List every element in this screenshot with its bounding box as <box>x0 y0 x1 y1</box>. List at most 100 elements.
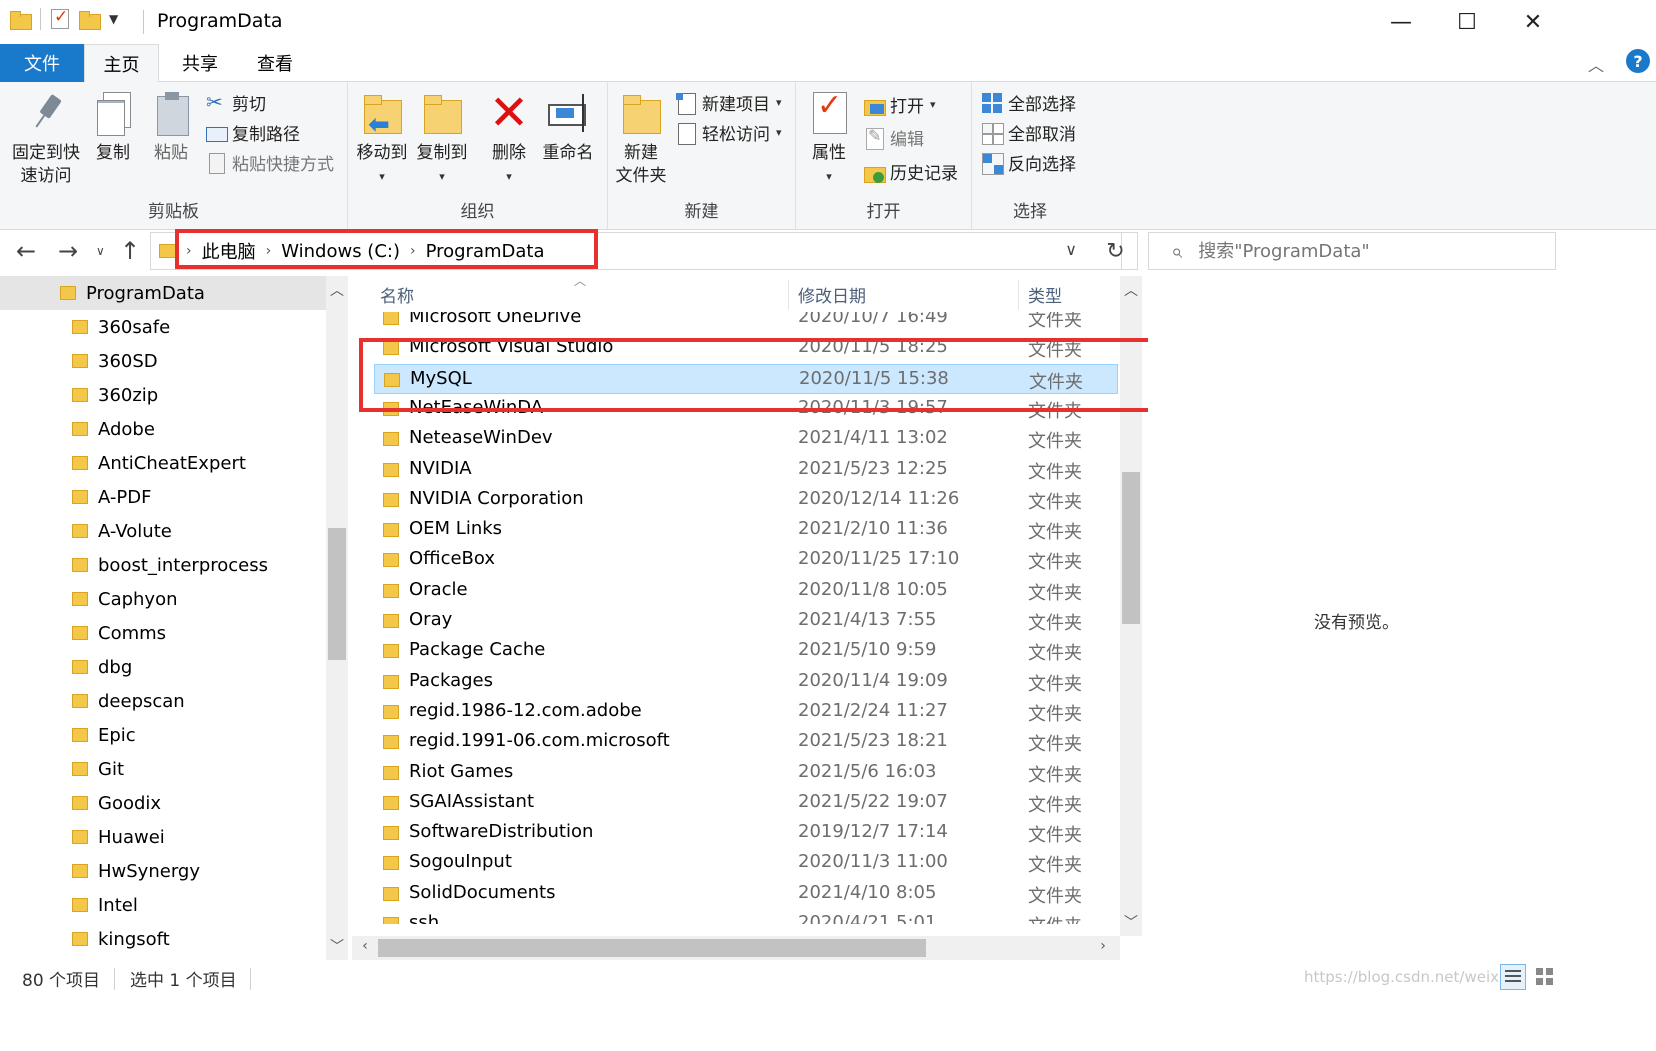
search-input[interactable] <box>1198 240 1519 262</box>
table-row[interactable]: regid.1986-12.com.adobe 2021/2/24 11:27 文件… <box>374 697 1118 727</box>
recent-locations-chevron-icon[interactable]: ∨ <box>96 244 105 258</box>
rename-button[interactable]: 重命名 <box>540 90 596 165</box>
paste-shortcut-icon <box>206 152 226 174</box>
table-row[interactable]: OEM Links 2021/2/10 11:36 文件夹 <box>374 515 1118 545</box>
new-item-button[interactable]: 新建项目 ▾ <box>676 90 782 115</box>
new-folder-icon[interactable] <box>79 10 101 30</box>
new-folder-button[interactable]: 新建 文件夹 <box>612 90 670 188</box>
nav-item[interactable]: Epic <box>0 718 326 752</box>
table-row[interactable]: regid.1991-06.com.microsoft 2021/5/23 18:… <box>374 727 1118 757</box>
nav-item[interactable]: Huawei <box>0 820 326 854</box>
table-row[interactable]: SoftwareDistribution 2019/12/7 17:14 文件夹 <box>374 818 1118 848</box>
cut-button[interactable]: 剪切 <box>206 90 266 116</box>
table-row[interactable]: NVIDIA Corporation 2020/12/14 11:26 文件夹 <box>374 485 1118 515</box>
table-row[interactable]: Oracle 2020/11/8 10:05 文件夹 <box>374 576 1118 606</box>
tab-file[interactable]: 文件 <box>0 44 84 82</box>
nav-item[interactable]: HwSynergy <box>0 854 326 888</box>
copy-path-button[interactable]: 复制路径 <box>206 120 300 145</box>
nav-item[interactable]: Comms <box>0 616 326 650</box>
search-box[interactable]: ⌕ <box>1148 232 1556 270</box>
column-header-name[interactable]: 名称 <box>380 276 414 312</box>
nav-item[interactable]: A-PDF <box>0 480 326 514</box>
table-row[interactable]: NeteaseWinDev 2021/4/11 13:02 文件夹 <box>374 424 1118 454</box>
table-row[interactable]: Package Cache 2021/5/10 9:59 文件夹 <box>374 636 1118 666</box>
scroll-down-icon[interactable]: ﹀ <box>1120 912 1142 932</box>
table-row[interactable]: Packages 2020/11/4 19:09 文件夹 <box>374 667 1118 697</box>
select-all-button[interactable]: 全部选择 <box>982 90 1076 115</box>
nav-item[interactable]: AntiCheatExpert <box>0 446 326 480</box>
table-row[interactable]: Microsoft OneDrive 2020/10/7 16:49 文件夹 <box>374 312 1118 333</box>
nav-item[interactable]: kingsoft <box>0 922 326 956</box>
nav-item[interactable]: Git <box>0 752 326 786</box>
nav-item[interactable]: Intel <box>0 888 326 922</box>
cell-date: 2020/11/25 17:10 <box>798 548 960 570</box>
edit-button[interactable]: 编辑 <box>864 125 924 150</box>
address-history-chevron-icon[interactable]: ∨ <box>1065 240 1077 259</box>
column-header-type[interactable]: 类型 <box>1028 276 1062 312</box>
nav-item-programdata[interactable]: ProgramData <box>0 276 326 310</box>
tab-share[interactable]: 共享 <box>165 44 235 82</box>
tab-home[interactable]: 主页 <box>84 44 159 83</box>
scroll-right-icon[interactable]: › <box>1094 938 1112 954</box>
delete-button[interactable]: ✕ 删除 ▾ <box>486 89 532 188</box>
cell-date: 2021/2/24 11:27 <box>798 699 948 721</box>
nav-item[interactable]: 360zip <box>0 378 326 412</box>
collapse-ribbon-icon[interactable]: ︿ <box>1588 52 1604 76</box>
customize-dropdown-icon[interactable]: ▼ <box>109 12 118 26</box>
vertical-scroll-thumb[interactable] <box>1122 472 1140 624</box>
details-view-icon[interactable] <box>1500 964 1526 990</box>
open-button[interactable]: 打开 ▾ <box>864 92 936 117</box>
pin-quick-access-button[interactable]: 固定到快 速访问 <box>8 90 84 188</box>
nav-item[interactable]: dbg <box>0 650 326 684</box>
forward-arrow-icon[interactable]: → <box>58 237 78 265</box>
table-row[interactable]: NVIDIA 2021/5/23 12:25 文件夹 <box>374 455 1118 485</box>
nav-item[interactable]: A-Volute <box>0 514 326 548</box>
table-row[interactable]: SGAIAssistant 2021/5/22 19:07 文件夹 <box>374 788 1118 818</box>
help-icon[interactable]: ? <box>1626 49 1650 73</box>
properties-check-icon[interactable] <box>51 7 69 29</box>
properties-button[interactable]: 属性 ▾ <box>806 90 852 188</box>
easy-access-button[interactable]: 轻松访问 ▾ <box>676 120 782 145</box>
history-button[interactable]: 历史记录 <box>864 159 958 184</box>
watermark: https://blog.csdn.net/weixin_ <box>1304 968 1521 986</box>
scroll-up-icon[interactable]: ︿ <box>1120 280 1142 300</box>
large-icons-view-icon[interactable] <box>1532 964 1558 990</box>
nav-item[interactable]: Caphyon <box>0 582 326 616</box>
table-row[interactable]: SogouInput 2020/11/3 11:00 文件夹 <box>374 848 1118 878</box>
horizontal-scroll-thumb[interactable] <box>378 939 926 957</box>
refresh-button[interactable]: ↻ <box>1094 232 1138 270</box>
nav-item[interactable]: 360SD <box>0 344 326 378</box>
paste-button[interactable]: 粘贴 <box>148 90 194 165</box>
scroll-down-icon[interactable]: ﹀ <box>326 936 348 956</box>
nav-item[interactable]: Goodix <box>0 786 326 820</box>
paste-shortcut-button[interactable]: 粘贴快捷方式 <box>206 150 334 175</box>
column-header-date[interactable]: 修改日期 <box>798 276 866 312</box>
nav-item[interactable]: boost_interprocess <box>0 548 326 582</box>
nav-scrollbar[interactable]: ︿ ﹀ <box>326 276 348 960</box>
close-button[interactable]: ✕ <box>1500 0 1566 44</box>
invert-selection-button[interactable]: 反向选择 <box>982 150 1076 175</box>
nav-item[interactable]: Adobe <box>0 412 326 446</box>
back-arrow-icon[interactable]: ← <box>16 237 36 265</box>
table-row[interactable]: SolidDocuments 2021/4/10 8:05 文件夹 <box>374 879 1118 909</box>
minimize-button[interactable]: — <box>1368 0 1434 44</box>
table-row[interactable]: OfficeBox 2020/11/25 17:10 文件夹 <box>374 545 1118 575</box>
file-list-horizontal-scrollbar[interactable]: ‹ › <box>352 936 1120 960</box>
scroll-left-icon[interactable]: ‹ <box>356 938 374 954</box>
nav-item[interactable]: deepscan <box>0 684 326 718</box>
nav-item[interactable]: 360safe <box>0 310 326 344</box>
move-to-button[interactable]: ⬅ 移动到 ▾ <box>354 90 410 188</box>
maximize-button[interactable]: ☐ <box>1434 0 1500 44</box>
table-row[interactable]: Riot Games 2021/5/6 16:03 文件夹 <box>374 758 1118 788</box>
scroll-up-icon[interactable]: ︿ <box>326 280 348 300</box>
table-row[interactable]: ssh 2020/4/21 5:01 文件夹 <box>374 909 1118 924</box>
copy-to-button[interactable]: 复制到 ▾ <box>414 90 470 188</box>
nav-scroll-thumb[interactable] <box>328 528 346 660</box>
select-none-button[interactable]: 全部取消 <box>982 120 1076 145</box>
table-row[interactable]: Oray 2021/4/13 7:55 文件夹 <box>374 606 1118 636</box>
tab-view[interactable]: 查看 <box>240 44 310 82</box>
up-arrow-icon[interactable]: ↑ <box>120 237 140 265</box>
column-divider[interactable] <box>788 280 789 310</box>
copy-button[interactable]: 复制 <box>90 90 136 165</box>
column-divider[interactable] <box>1018 280 1019 310</box>
